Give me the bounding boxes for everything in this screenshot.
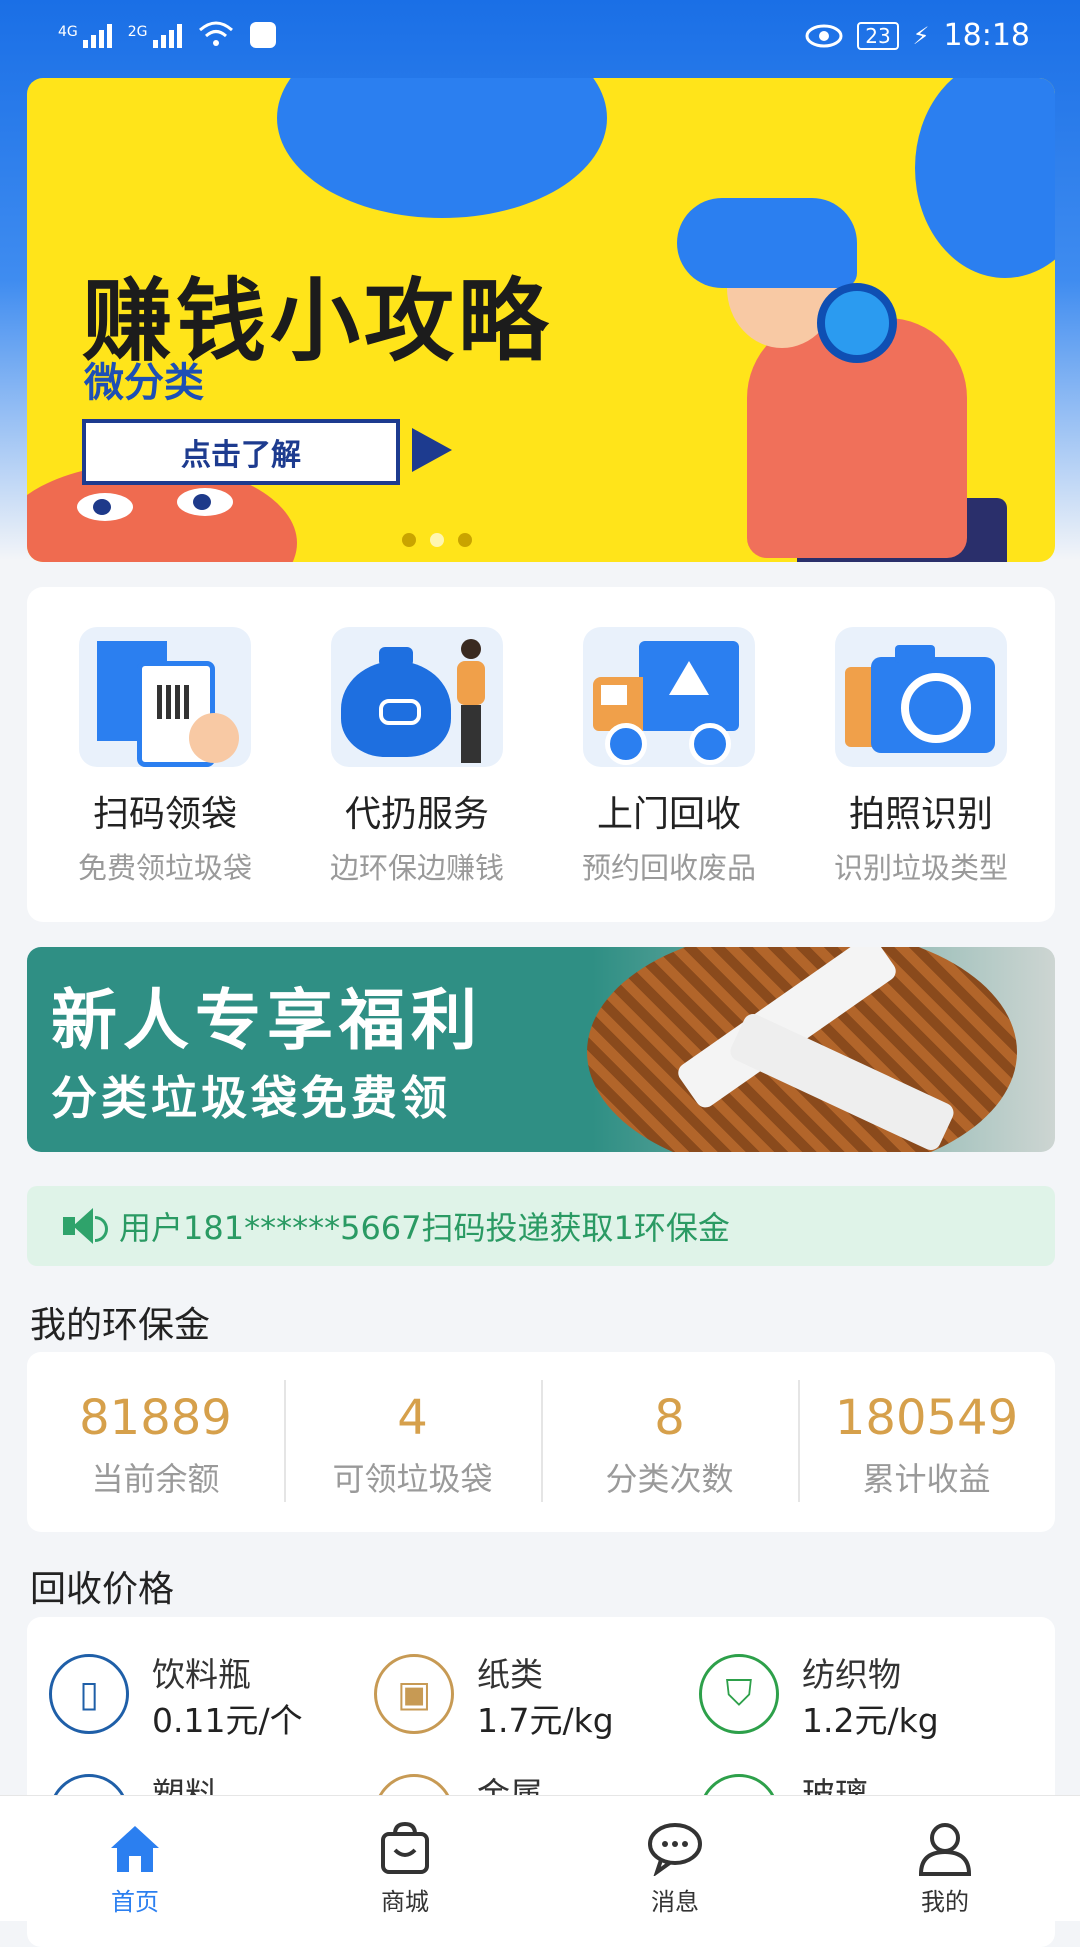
stat-label: 可领垃圾袋 xyxy=(332,1460,493,1498)
price-item-paper[interactable]: ▣ 纸类 1.7元/kg xyxy=(352,1642,672,1742)
service-grid: 扫码领袋 免费领垃圾袋 代扔服务 边环保边赚钱 上门回收 预约回收废品 拍照识别… xyxy=(27,587,1055,922)
promo-carousel[interactable]: 赚钱小攻略 微分类 点击了解 xyxy=(27,78,1055,562)
decor-blob xyxy=(277,78,607,218)
price-item-name: 纺织物 xyxy=(802,1655,901,1694)
service-pickup[interactable]: 上门回收 预约回收废品 xyxy=(544,627,794,887)
qr-scan-icon xyxy=(79,627,251,767)
decor-eye xyxy=(177,488,233,516)
carousel-dot[interactable] xyxy=(402,533,416,547)
home-icon xyxy=(111,1826,159,1872)
stat-sort-count[interactable]: 8 分类次数 xyxy=(541,1352,798,1532)
stat-bags[interactable]: 4 可领垃圾袋 xyxy=(284,1352,541,1532)
service-title: 扫码领袋 xyxy=(92,794,237,835)
tab-label: 我的 xyxy=(921,1888,969,1916)
price-item-bottle[interactable]: ▯ 饮料瓶 0.11元/个 xyxy=(27,1642,347,1742)
stat-balance[interactable]: 81889 当前余额 xyxy=(27,1352,284,1532)
price-section-title: 回收价格 xyxy=(30,1569,175,1610)
learn-more-button[interactable]: 点击了解 xyxy=(82,419,400,485)
bottom-tab-bar: 首页 商城 消息 我的 xyxy=(0,1795,1080,1921)
chat-icon xyxy=(648,1823,702,1876)
wifi-icon xyxy=(198,21,233,46)
bottle-icon: ▯ xyxy=(49,1654,129,1734)
stat-label: 当前余额 xyxy=(91,1460,220,1498)
tab-label: 首页 xyxy=(111,1888,159,1916)
truck-icon xyxy=(583,627,755,767)
box-icon: ▣ xyxy=(374,1654,454,1734)
battery-icon: 23 xyxy=(857,21,899,50)
decor-eye xyxy=(77,493,133,521)
tab-messages[interactable]: 消息 xyxy=(540,1796,810,1921)
carousel-dot[interactable] xyxy=(458,533,472,547)
stat-value: 8 xyxy=(654,1390,685,1446)
stat-value: 4 xyxy=(397,1390,428,1446)
stat-value: 180549 xyxy=(834,1390,1019,1446)
notice-bar[interactable]: 用户181******5667扫码投递获取1环保金 xyxy=(27,1186,1055,1266)
eye-comfort-icon xyxy=(805,24,843,47)
sim1-label: 4G xyxy=(58,24,78,40)
service-scan-bag[interactable]: 扫码领袋 免费领垃圾袋 xyxy=(40,627,290,887)
stat-value: 81889 xyxy=(79,1390,232,1446)
wallet-stats: 81889 当前余额 4 可领垃圾袋 8 分类次数 180549 累计收益 xyxy=(27,1352,1055,1532)
price-item-name: 纸类 xyxy=(477,1655,543,1694)
carousel-dot[interactable] xyxy=(430,533,444,547)
service-subtitle: 边环保边赚钱 xyxy=(329,851,504,885)
service-title: 上门回收 xyxy=(596,794,741,835)
tab-label: 商城 xyxy=(381,1888,429,1916)
promo-subtitle: 分类垃圾袋免费领 xyxy=(51,1071,451,1125)
shop-bag-icon xyxy=(381,1821,429,1874)
banner-subtitle: 微分类 xyxy=(84,360,204,406)
clothes-icon: ⛉ xyxy=(699,1654,779,1734)
price-item-name: 饮料瓶 xyxy=(152,1655,251,1694)
sim2-label: 2G xyxy=(127,24,148,40)
camera-icon xyxy=(835,627,1007,767)
service-photo-recognize[interactable]: 拍照识别 识别垃圾类型 xyxy=(796,627,1046,887)
wallet-section-title: 我的环保金 xyxy=(30,1305,211,1346)
money-bag-icon xyxy=(331,627,503,767)
speaker-icon xyxy=(63,1208,109,1244)
price-item-textile[interactable]: ⛉ 纺织物 1.2元/kg xyxy=(677,1642,997,1742)
tab-home[interactable]: 首页 xyxy=(0,1796,270,1921)
status-bar: 4G 2G 23 ⚡ 18:18 xyxy=(0,0,1080,78)
charging-icon: ⚡ xyxy=(912,21,930,50)
newcomer-promo-banner[interactable]: 新人专享福利 分类垃圾袋免费领 xyxy=(27,947,1055,1152)
notice-text: 用户181******5667扫码投递获取1环保金 xyxy=(119,1209,730,1247)
cell-signal-icon: 2G xyxy=(128,24,182,48)
service-subtitle: 识别垃圾类型 xyxy=(833,851,1008,885)
carousel-indicator xyxy=(402,533,472,547)
clock: 18:18 xyxy=(943,18,1030,53)
service-disposal[interactable]: 代扔服务 边环保边赚钱 xyxy=(292,627,542,887)
price-item-value: 1.7元/kg xyxy=(477,1701,614,1740)
user-icon xyxy=(918,1823,972,1876)
price-item-value: 1.2元/kg xyxy=(802,1701,939,1740)
stat-total-earnings[interactable]: 180549 累计收益 xyxy=(798,1352,1055,1532)
stat-label: 分类次数 xyxy=(605,1460,734,1498)
tab-label: 消息 xyxy=(651,1888,699,1916)
play-arrow-icon xyxy=(412,428,452,472)
tab-profile[interactable]: 我的 xyxy=(810,1796,1080,1921)
illustration-person xyxy=(677,198,857,288)
promo-title: 新人专享福利 xyxy=(51,981,483,1059)
decor-blob xyxy=(915,78,1055,278)
magnifier-icon xyxy=(817,283,897,363)
service-subtitle: 免费领垃圾袋 xyxy=(77,851,252,885)
tab-shop[interactable]: 商城 xyxy=(270,1796,540,1921)
price-item-value: 0.11元/个 xyxy=(152,1701,303,1740)
service-title: 拍照识别 xyxy=(848,794,993,835)
service-subtitle: 预约回收废品 xyxy=(581,851,756,885)
stat-label: 累计收益 xyxy=(862,1460,991,1498)
cell-signal-icon: 4G xyxy=(58,24,112,48)
vpn-icon xyxy=(249,22,276,48)
service-title: 代扔服务 xyxy=(344,794,489,835)
